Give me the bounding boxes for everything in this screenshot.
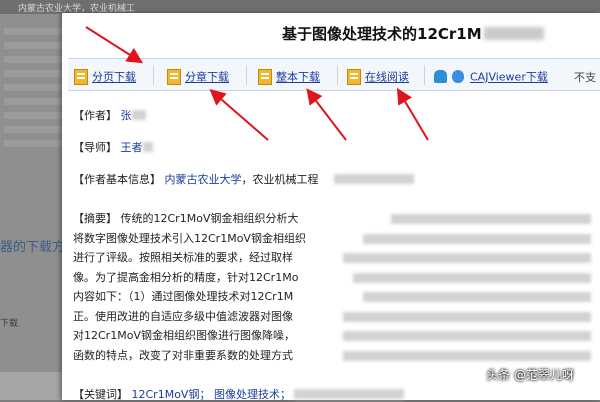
- dialog-title-text: 基于图像处理技术的12Cr1M: [282, 25, 482, 43]
- background-line: [4, 42, 62, 49]
- abstract-line: 函数的特点，改变了对非重要系数的处理方式: [73, 346, 593, 366]
- watermark-text: 头条 @范翠儿呀: [486, 368, 574, 382]
- online-read-button[interactable]: 在线阅读: [347, 66, 409, 85]
- toolbar-divider: [246, 65, 247, 85]
- full-download-label: 整本下载: [276, 70, 320, 84]
- toolbar-divider: [424, 65, 425, 85]
- school-link[interactable]: 内蒙古农业大学: [165, 173, 242, 186]
- author-row: 【作者】 张: [73, 107, 146, 123]
- tutor-label: 【导师】: [73, 141, 117, 154]
- dialog-title: 基于图像处理技术的12Cr1M: [282, 23, 544, 44]
- download-dialog: 基于图像处理技术的12Cr1M 分页下载 分章下载 整本下载 在线阅读 CAJV…: [62, 13, 600, 401]
- unsupported-text: 不支: [574, 71, 596, 84]
- tutor-row: 【导师】 王者: [73, 139, 153, 155]
- camera-icon: [578, 368, 590, 380]
- author-link[interactable]: 张: [121, 109, 132, 122]
- background-line: [4, 70, 62, 77]
- author-info-row: 【作者基本信息】 内蒙古农业大学，农业机械工程: [73, 171, 414, 187]
- abstract-block: 【摘要】 传统的12Cr1MoV钢金相组织分析大 将数字图像处理技术引入12Cr…: [73, 209, 593, 365]
- source-watermark: 头条 @范翠儿呀: [486, 366, 590, 383]
- page-download-button[interactable]: 分页下载: [74, 66, 136, 85]
- unsupported-note: 不支: [574, 66, 596, 84]
- document-icon: [167, 68, 181, 85]
- page-download-label: 分页下载: [92, 70, 136, 84]
- apple-icon: [452, 70, 464, 83]
- background-line: [4, 28, 62, 35]
- background-footer-label: 下载: [0, 319, 19, 329]
- abstract-line: 内容如下：（1）通过图像处理技术对12Cr1M: [73, 287, 593, 307]
- background-line: [4, 140, 62, 147]
- keywords-blur: [294, 389, 405, 399]
- department-text: ，农业机械工程: [241, 173, 319, 186]
- keywords-label: 【关键词】: [73, 388, 128, 401]
- background-line: [4, 126, 62, 133]
- abstract-line: 正。使用改进的自适应多级中值滤波器对图像: [73, 307, 593, 327]
- abstract-label: 【摘要】: [73, 212, 117, 225]
- cajviewer-label: CAJViewer下载: [470, 70, 548, 84]
- toolbar-divider: [153, 65, 154, 85]
- chapter-download-label: 分章下载: [185, 70, 229, 84]
- abstract-line: 进行了评级。按照相关标准的要求，经过取样: [73, 248, 593, 268]
- document-icon: [258, 68, 272, 85]
- online-read-label: 在线阅读: [365, 70, 409, 84]
- background-sidebar: [0, 14, 70, 400]
- background-line: [4, 56, 62, 63]
- abstract-line: 像。为了提高金相分析的精度，针对12Cr1Mo: [73, 268, 593, 288]
- download-toolbar: 分页下载 分章下载 整本下载 在线阅读 CAJViewer下载 不支: [68, 58, 600, 91]
- keyword-link[interactable]: 12Cr1MoV钢；: [132, 388, 211, 401]
- background-side-link: 器的下载方: [0, 240, 66, 255]
- author-blur: [131, 110, 146, 120]
- author-info-label: 【作者基本信息】: [73, 173, 161, 186]
- chapter-download-button[interactable]: 分章下载: [167, 66, 229, 85]
- tutor-link[interactable]: 王者: [121, 141, 143, 154]
- abstract-line: 对12Cr1MoV钢金相组织图像进行图像降噪，: [73, 326, 593, 346]
- background-line: [4, 84, 62, 91]
- cajviewer-download-link[interactable]: CAJViewer下载: [434, 66, 548, 84]
- full-download-button[interactable]: 整本下载: [258, 66, 320, 85]
- document-icon: [74, 68, 88, 85]
- toolbar-divider: [337, 65, 338, 85]
- background-topbar: 内蒙古农业大学，农业机械工: [0, 0, 600, 14]
- title-blurred-part: [483, 27, 544, 40]
- background-line: [4, 98, 62, 105]
- author-label: 【作者】: [73, 109, 117, 122]
- keyword-link[interactable]: 图像处理技术；: [214, 388, 291, 401]
- reading-icon: [347, 68, 361, 85]
- info-blur: [334, 174, 414, 184]
- tutor-blur: [142, 142, 153, 152]
- background-bottom-box: [0, 372, 70, 400]
- abstract-line: 将数字图像处理技术引入12Cr1MoV钢金相组织: [73, 229, 593, 249]
- background-line: [4, 112, 62, 119]
- abstract-line: 【摘要】 传统的12Cr1MoV钢金相组织分析大: [73, 209, 593, 229]
- android-icon: [434, 70, 447, 83]
